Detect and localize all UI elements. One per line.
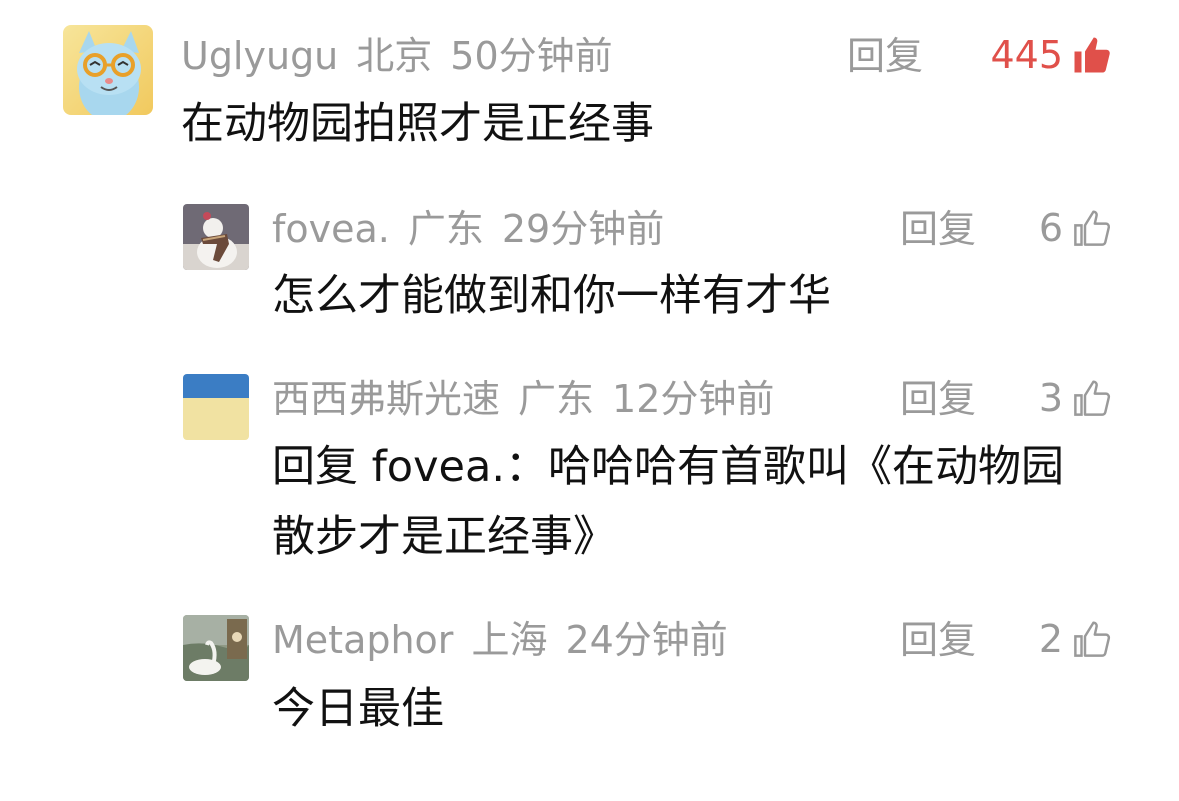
- location: 北京: [356, 34, 433, 78]
- like-count: 445: [990, 33, 1063, 77]
- like-button[interactable]: 2: [1039, 618, 1113, 660]
- timestamp: 24分钟前: [565, 618, 728, 662]
- timestamp: 50分钟前: [450, 34, 613, 78]
- like-button[interactable]: 445: [990, 34, 1113, 76]
- reply-meta: Metaphor 上海 24分钟前: [272, 621, 728, 659]
- comment-item: Uglyugu 北京 50分钟前 回复 445 在动物园拍照才是正经事: [0, 0, 1179, 160]
- user-avatar[interactable]: [183, 204, 249, 270]
- location: 上海: [471, 618, 548, 662]
- thumbs-up-outline-icon: [1074, 380, 1111, 416]
- location: 广东: [407, 207, 484, 251]
- like-button[interactable]: 3: [1039, 377, 1113, 419]
- timestamp: 12分钟前: [612, 377, 775, 421]
- reply-button[interactable]: 回复: [900, 380, 976, 418]
- reply-meta: 西西弗斯光速 广东 12分钟前: [272, 380, 774, 418]
- reply-text: 今日最佳: [272, 684, 444, 734]
- location: 广东: [518, 377, 595, 421]
- reply-meta: fovea. 广东 29分钟前: [272, 210, 664, 248]
- like-count: 3: [1038, 376, 1063, 420]
- username[interactable]: fovea.: [272, 207, 390, 251]
- comment-meta: Uglyugu 北京 50分钟前: [181, 37, 613, 75]
- reply-button[interactable]: 回复: [900, 210, 976, 248]
- reply-text-line-2: 散步才是正经事》: [272, 512, 616, 562]
- timestamp: 29分钟前: [501, 207, 665, 251]
- snowman-photo-avatar-icon: [183, 204, 249, 270]
- user-avatar[interactable]: [183, 615, 249, 681]
- reply-button[interactable]: 回复: [847, 37, 923, 75]
- like-count: 2: [1038, 617, 1063, 661]
- thumbs-up-filled-icon: [1074, 37, 1110, 73]
- username[interactable]: 西西弗斯光速: [272, 377, 500, 421]
- reply-item: Metaphor 上海 24分钟前 回复 2 今日最佳: [0, 604, 1179, 754]
- blue-yellow-flag-avatar-icon: [183, 374, 249, 440]
- reply-text-line-1: 回复 fovea.：哈哈哈有首歌叫《在动物园: [272, 442, 1065, 492]
- reply-item: fovea. 广东 29分钟前 回复 6 怎么才能做到和你一样有才华: [0, 190, 1179, 340]
- swan-photo-avatar-icon: [183, 615, 249, 681]
- thumbs-up-outline-icon: [1074, 210, 1111, 246]
- reply-item: 西西弗斯光速 广东 12分钟前 回复 3 回复 fovea.：哈哈哈有首歌叫《在动物…: [0, 362, 1179, 582]
- user-avatar[interactable]: [183, 374, 249, 440]
- thumbs-up-outline-icon: [1074, 621, 1111, 657]
- like-count: 6: [1038, 206, 1063, 250]
- cartoon-cat-with-glasses-avatar-icon: [63, 25, 153, 115]
- username[interactable]: Uglyugu: [181, 34, 338, 78]
- reply-button[interactable]: 回复: [900, 621, 976, 659]
- comment-text: 在动物园拍照才是正经事: [181, 99, 654, 149]
- like-button[interactable]: 6: [1039, 207, 1113, 249]
- username[interactable]: Metaphor: [272, 618, 453, 662]
- user-avatar[interactable]: [63, 25, 153, 115]
- reply-text: 怎么才能做到和你一样有才华: [272, 271, 831, 321]
